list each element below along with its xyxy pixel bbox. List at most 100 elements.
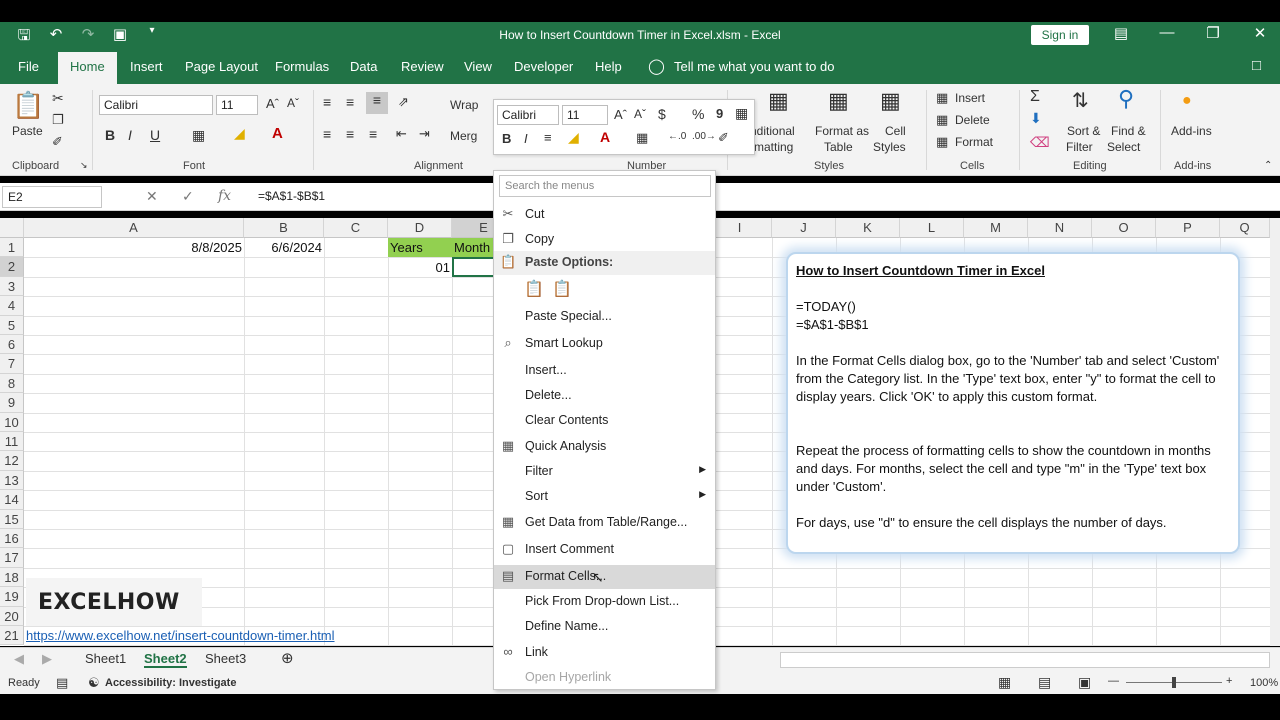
cell-b1[interactable]: 6/6/2024 [244,238,322,257]
vertical-scrollbar[interactable] [1270,218,1280,646]
context-menu-search[interactable]: Search the menus [499,175,711,197]
fill-color-icon[interactable]: ◢ [234,125,245,142]
find-select-button[interactable]: Find & [1111,124,1146,138]
clipboard-launcher-icon[interactable]: ↘ [80,160,88,171]
row-header[interactable]: 13 [0,470,24,491]
increase-font-icon[interactable]: Aˆ [266,96,279,111]
cell-styles-icon[interactable]: ▦ [880,88,901,114]
row-header[interactable]: 21 [0,626,24,646]
insert-function-button[interactable]: fx [218,188,231,204]
redo-icon[interactable]: ↷ [78,25,98,50]
menu-item-smart-lookup[interactable]: ⌕ Smart Lookup [494,332,715,356]
accessibility-icon[interactable]: ☯ [88,675,100,691]
decrease-font-icon[interactable]: Aˇ [287,96,299,110]
row-header[interactable]: 5 [0,315,24,335]
mini-font-size[interactable]: 11 [562,105,608,125]
align-bottom-icon[interactable]: ≡ [366,92,388,114]
new-sheet-icon[interactable]: ⊕ [281,649,294,667]
menu-item-link[interactable]: ∞ Link [494,641,715,665]
row-header[interactable]: 4 [0,296,24,316]
cell-d2[interactable]: 01 [388,258,450,277]
menu-item-insert-comment[interactable]: ▢ Insert Comment [494,538,715,562]
mini-decrease-font-icon[interactable]: Aˇ [634,107,646,121]
borders-icon[interactable]: ▦ [192,127,205,144]
close-icon[interactable]: ✕ [1245,24,1275,42]
align-right-icon[interactable]: ≡ [369,126,377,142]
name-box[interactable]: E2 [2,186,102,208]
italic-button[interactable]: I [128,127,132,143]
mini-comma-button[interactable]: 9 [716,106,723,121]
menu-item-paste-special[interactable]: Paste Special... [494,305,715,329]
ribbon-display-icon[interactable]: ▤ [1106,24,1136,42]
menu-item-filter[interactable]: Filter ▶ [494,460,715,484]
sheet-tab-sheet2[interactable]: Sheet2 [144,651,187,668]
sheet-tab-sheet3[interactable]: Sheet3 [205,651,246,666]
tab-review[interactable]: Review [401,59,444,74]
insert-cells-button[interactable]: Insert [955,91,985,105]
row-header[interactable]: 2 [0,257,24,277]
column-header[interactable]: M [964,218,1028,238]
row-header[interactable]: 9 [0,393,24,413]
insert-cells-icon[interactable]: ▦ [936,90,948,106]
collapse-ribbon-icon[interactable]: ⌃ [1264,160,1272,171]
touch-mode-icon[interactable]: ▣ [110,25,130,50]
column-header[interactable]: L [900,218,964,238]
column-header[interactable]: P [1156,218,1220,238]
row-header[interactable]: 6 [0,335,24,355]
mini-font-name[interactable]: Calibri [497,105,559,125]
select-all-corner[interactable] [0,218,24,238]
mini-borders-icon[interactable]: ▦ [636,130,648,146]
customize-qat-icon[interactable]: ▾ [142,25,162,50]
tab-data[interactable]: Data [350,59,377,74]
conditional-formatting-icon[interactable]: ▦ [768,88,789,114]
merge-center-button[interactable]: Merg [450,129,477,143]
font-color-icon[interactable]: A [272,125,283,142]
zoom-slider-thumb[interactable] [1172,677,1176,688]
mini-italic-button[interactable]: I [524,131,528,146]
wrap-text-button[interactable]: Wrap [450,98,478,112]
underline-button[interactable]: U [150,127,160,143]
menu-item-format-cells[interactable]: ▤ Format Cells... [494,565,715,589]
column-header[interactable]: Q [1220,218,1270,238]
undo-icon[interactable]: ↶ [46,25,66,50]
cell-d1[interactable]: Years [388,238,452,257]
mini-increase-decimal-icon[interactable]: ←.0 [668,131,686,142]
formula-input[interactable]: =$A$1-$B$1 [258,189,325,203]
cut-icon[interactable]: ✂ [52,90,64,107]
column-header[interactable]: D [388,218,452,238]
row-header[interactable]: 16 [0,529,24,549]
normal-view-icon[interactable]: ▦ [998,674,1011,691]
row-header[interactable]: 7 [0,354,24,374]
cell-a1[interactable]: 8/8/2025 [24,238,242,257]
align-left-icon[interactable]: ≡ [323,126,331,142]
cancel-entry-icon[interactable]: ✕ [146,188,158,205]
format-cells-button[interactable]: Format [955,135,993,149]
tab-developer[interactable]: Developer [514,59,573,74]
menu-item-copy[interactable]: ❐ Copy [494,228,715,252]
row-header[interactable]: 20 [0,606,24,626]
increase-indent-icon[interactable]: ⇥ [419,126,430,142]
copy-icon[interactable]: ❐ [52,112,64,128]
sort-filter-icon[interactable]: ⇅ [1072,88,1089,113]
row-header[interactable]: 15 [0,509,24,529]
align-center-icon[interactable]: ≡ [346,126,354,142]
menu-item-cut[interactable]: ✂ Cut [494,203,715,227]
bold-button[interactable]: B [105,127,115,143]
font-size-select[interactable]: 11 [216,95,258,115]
row-header[interactable]: 17 [0,548,24,568]
scroll-right-icon[interactable]: ▶ [42,651,52,667]
row-header[interactable]: 3 [0,276,24,297]
find-select-icon[interactable]: ⚲ [1118,86,1134,112]
format-cells-ribbon-icon[interactable]: ▦ [936,134,948,150]
row-header[interactable]: 10 [0,412,24,432]
macro-record-icon[interactable]: ▤ [56,675,68,691]
column-header[interactable]: J [772,218,836,238]
horizontal-scrollbar[interactable] [780,652,1270,668]
align-middle-icon[interactable]: ≡ [346,94,354,110]
accessibility-status[interactable]: Accessibility: Investigate [105,677,236,689]
save-icon[interactable]: 🖫 [14,25,34,50]
paste-option-keep-source-icon[interactable]: 📋 [524,279,544,299]
menu-item-define-name[interactable]: Define Name... [494,615,715,639]
page-layout-view-icon[interactable]: ▤ [1038,674,1051,691]
fill-icon[interactable]: ⬇ [1030,110,1042,127]
